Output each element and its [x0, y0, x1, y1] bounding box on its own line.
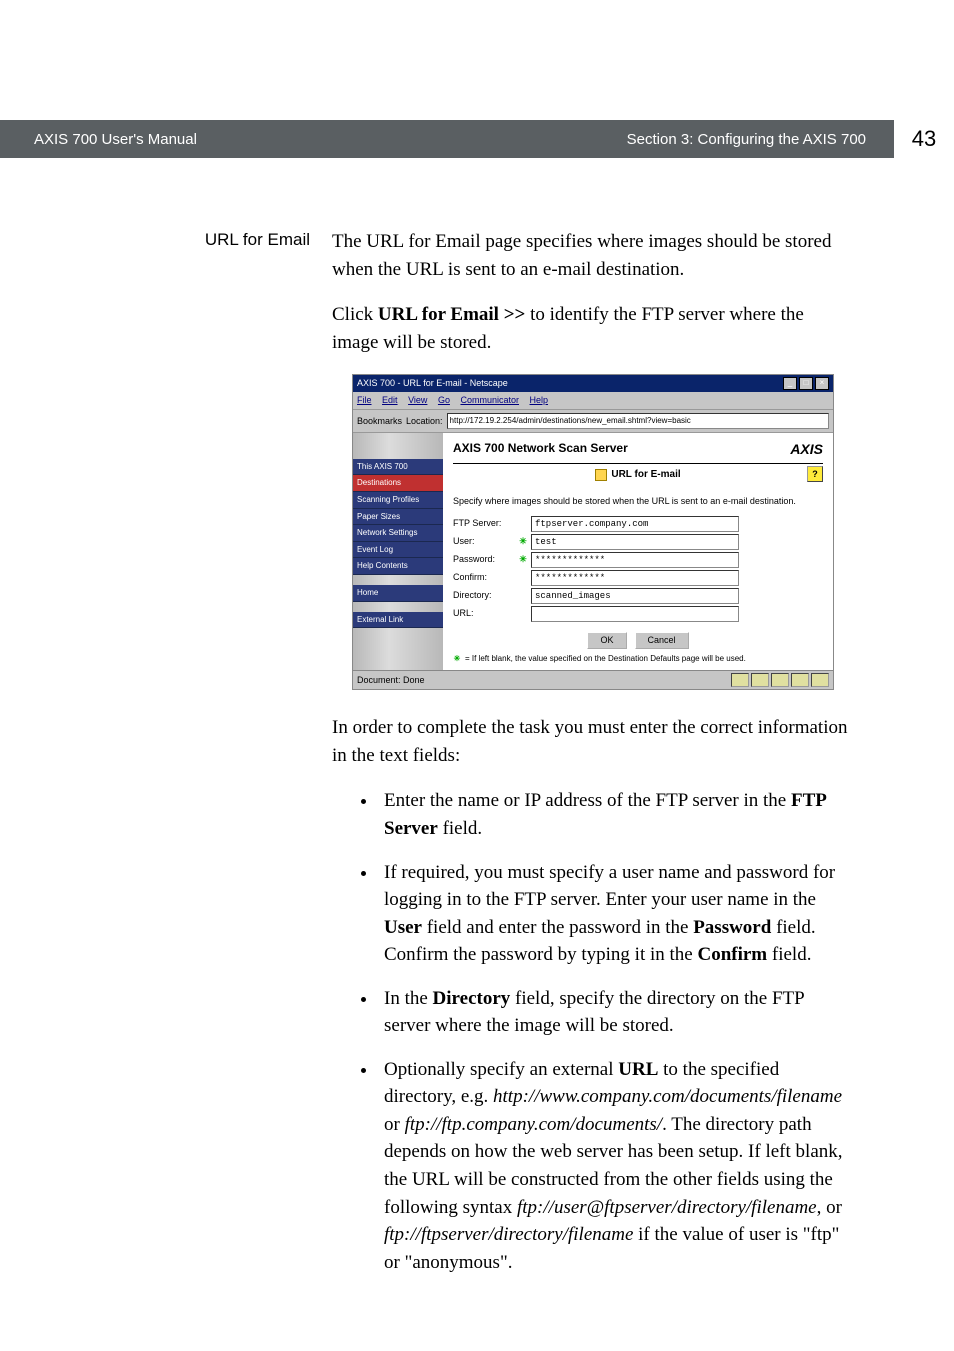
list-item: In the Directory field, specify the dire…: [378, 985, 854, 1040]
text-italic: ftp://ftpserver/directory/filename: [384, 1224, 633, 1245]
sidebar-item-external-link[interactable]: External Link: [353, 612, 443, 629]
label-user: User:: [453, 535, 515, 548]
menu-go[interactable]: Go: [438, 395, 450, 405]
text: , or: [817, 1197, 842, 1218]
status-icon: [751, 673, 769, 687]
status-icons: [731, 673, 829, 687]
window-buttons: _ □ ×: [783, 377, 829, 390]
text-italic: ftp://ftp.company.com/documents/: [405, 1114, 663, 1135]
text: Enter the name or IP address of the FTP …: [384, 790, 791, 811]
footnote: ✳ = If left blank, the value specified o…: [453, 653, 823, 665]
text: If required, you must specify a user nam…: [384, 862, 835, 911]
menu-communicator[interactable]: Communicator: [460, 395, 519, 405]
sidebar-item-event-log[interactable]: Event Log: [353, 542, 443, 559]
text-bold: User: [384, 917, 422, 938]
product-brand: AXIS 700 Network Scan Server: [453, 440, 628, 457]
text: Optionally specify an external: [384, 1059, 618, 1080]
page-content: URL for Email The URL for Email page spe…: [100, 228, 854, 1292]
screenshot-main: AXIS 700 Network Scan Server AXIS URL fo…: [443, 433, 833, 670]
help-button[interactable]: ?: [807, 466, 823, 482]
label-ftp-server: FTP Server:: [453, 517, 515, 530]
status-bar: Document: Done: [353, 670, 833, 689]
list-item: If required, you must specify a user nam…: [378, 859, 854, 969]
list-item: Enter the name or IP address of the FTP …: [378, 787, 854, 842]
axis-logo: AXIS: [790, 439, 823, 459]
page-number: 43: [894, 120, 954, 158]
paragraph-click: Click URL for Email >> to identify the F…: [332, 301, 854, 356]
text: field.: [767, 944, 811, 965]
sidebar-item-help-contents[interactable]: Help Contents: [353, 558, 443, 575]
status-text: Document: Done: [357, 674, 425, 687]
menu-view[interactable]: View: [408, 395, 427, 405]
input-url[interactable]: [531, 606, 739, 622]
text: field and enter the password in the: [422, 917, 693, 938]
footnote-marker: ✳: [453, 653, 461, 665]
sidebar: This AXIS 700 Destinations Scanning Prof…: [353, 433, 443, 670]
screenshot-page-title: URL for E-mail: [611, 468, 680, 483]
minimize-button[interactable]: _: [783, 377, 797, 390]
header-section-title: Section 3: Configuring the AXIS 700: [344, 120, 894, 158]
menu-file[interactable]: File: [357, 395, 372, 405]
menu-bar: File Edit View Go Communicator Help: [353, 392, 833, 410]
embedded-screenshot: AXIS 700 - URL for E-mail - Netscape _ □…: [352, 374, 834, 690]
label-url: URL:: [453, 607, 515, 620]
sidebar-item-this-axis[interactable]: This AXIS 700: [353, 459, 443, 476]
status-icon: [811, 673, 829, 687]
address-bar: Bookmarks Location: http://172.19.2.254/…: [353, 410, 833, 433]
location-input[interactable]: http://172.19.2.254/admin/destinations/n…: [447, 413, 829, 429]
required-marker: ✳: [519, 535, 527, 548]
footnote-text: = If left blank, the value specified on …: [465, 653, 746, 665]
paragraph-fields-intro: In order to complete the task you must e…: [332, 714, 854, 769]
section-side-label: URL for Email: [100, 228, 332, 252]
sidebar-item-network-settings[interactable]: Network Settings: [353, 525, 443, 542]
bullet-list: Enter the name or IP address of the FTP …: [332, 787, 854, 1276]
input-confirm[interactable]: *************: [531, 570, 739, 586]
maximize-button[interactable]: □: [799, 377, 813, 390]
input-user[interactable]: test: [531, 534, 739, 550]
text-bold: URL for Email >>: [378, 304, 525, 325]
sidebar-item-home[interactable]: Home: [353, 585, 443, 602]
list-item: Optionally specify an external URL to th…: [378, 1056, 854, 1276]
status-icon: [731, 673, 749, 687]
page-header: AXIS 700 User's Manual Section 3: Config…: [0, 120, 954, 158]
label-directory: Directory:: [453, 589, 515, 602]
input-directory[interactable]: scanned_images: [531, 588, 739, 604]
text-bold: URL: [618, 1059, 658, 1080]
text: Click: [332, 304, 378, 325]
sidebar-item-paper-sizes[interactable]: Paper Sizes: [353, 509, 443, 526]
text-bold: Directory: [433, 988, 511, 1009]
ok-button[interactable]: OK: [587, 632, 626, 649]
text-bold: Confirm: [697, 944, 767, 965]
page-title-icon: [595, 469, 607, 481]
bookmarks-label[interactable]: Bookmarks: [357, 415, 402, 428]
screenshot-description: Specify where images should be stored wh…: [453, 495, 823, 508]
window-title: AXIS 700 - URL for E-mail - Netscape: [357, 377, 508, 390]
required-marker: ✳: [519, 553, 527, 566]
paragraph-intro: The URL for Email page specifies where i…: [332, 228, 854, 283]
input-ftp-server[interactable]: ftpserver.company.com: [531, 516, 739, 532]
status-icon: [791, 673, 809, 687]
text: In the: [384, 988, 433, 1009]
text-italic: http://www.company.com/documents/filenam…: [493, 1086, 842, 1107]
text-italic: ftp://user@ftpserver/directory/filename: [517, 1197, 817, 1218]
window-titlebar: AXIS 700 - URL for E-mail - Netscape _ □…: [353, 375, 833, 392]
sidebar-item-destinations[interactable]: Destinations: [353, 475, 443, 492]
cancel-button[interactable]: Cancel: [635, 632, 689, 649]
text: or: [384, 1114, 405, 1135]
label-confirm: Confirm:: [453, 571, 515, 584]
location-label: Location:: [406, 415, 443, 428]
header-manual-title: AXIS 700 User's Manual: [0, 120, 344, 158]
menu-edit[interactable]: Edit: [382, 395, 398, 405]
sidebar-item-scanning-profiles[interactable]: Scanning Profiles: [353, 492, 443, 509]
close-button[interactable]: ×: [815, 377, 829, 390]
menu-help[interactable]: Help: [530, 395, 549, 405]
label-password: Password:: [453, 553, 515, 566]
text-bold: Password: [693, 917, 771, 938]
input-password[interactable]: *************: [531, 552, 739, 568]
status-icon: [771, 673, 789, 687]
text: field.: [438, 818, 482, 839]
